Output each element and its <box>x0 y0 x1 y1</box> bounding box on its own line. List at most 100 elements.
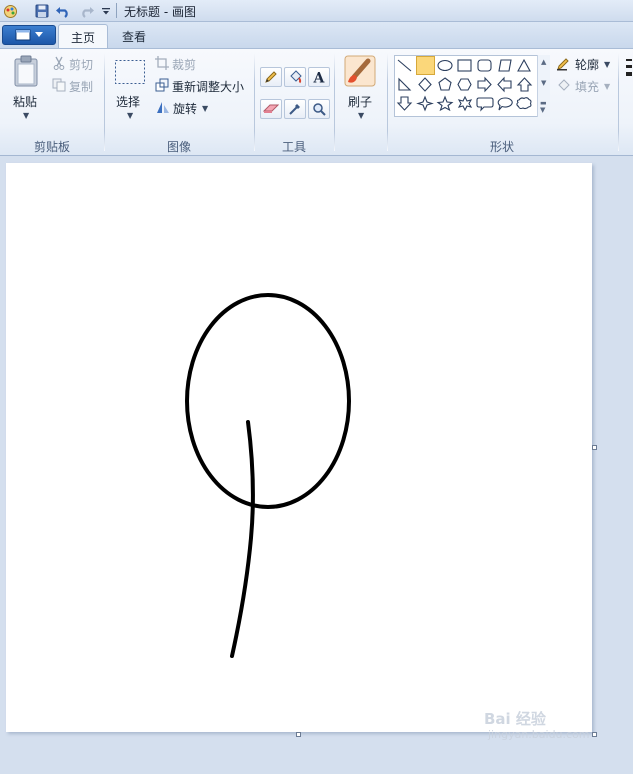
fill-chevron-down-icon[interactable]: ▼ <box>604 82 610 91</box>
image-group-label: 图像 <box>166 140 191 154</box>
paste-icon[interactable] <box>12 55 40 87</box>
window-title: 无标题 - 画图 <box>124 5 196 19</box>
drawn-curve <box>230 420 255 658</box>
five-point-star-shape-icon <box>436 95 454 112</box>
fill-button[interactable]: 填充 <box>575 78 599 95</box>
size-icon[interactable] <box>624 57 632 81</box>
left-arrow-shape-icon <box>497 76 512 93</box>
right-triangle-shape-icon <box>398 77 412 91</box>
magnifier-icon <box>313 103 326 116</box>
shapes-gallery <box>394 55 550 117</box>
scroll-up-icon[interactable]: ▲ <box>541 58 546 66</box>
select-chevron-down-icon[interactable]: ▼ <box>127 111 133 120</box>
tab-view[interactable]: 查看 <box>110 24 158 48</box>
pentagon-shape-icon <box>438 77 452 91</box>
tools-group-label: 工具 <box>281 140 306 154</box>
resize-handle-right[interactable] <box>592 445 597 450</box>
down-arrow-shape-icon <box>396 96 413 111</box>
right-arrow-shape-icon <box>477 76 492 93</box>
select-rectangle-icon[interactable] <box>114 59 146 85</box>
outline-pencil-icon <box>556 57 572 71</box>
rectangle-shape-icon <box>457 59 472 72</box>
copy-button[interactable]: 复制 <box>69 78 93 95</box>
brushes-label[interactable]: 刷子 <box>348 93 372 110</box>
resize-handle-bottom[interactable] <box>296 732 301 737</box>
shapes-group-label: 形状 <box>489 140 514 154</box>
menu-icon <box>15 29 31 41</box>
rotate-chevron-down-icon[interactable]: ▼ <box>202 104 208 113</box>
group-divider <box>618 53 619 151</box>
eyedropper-icon <box>289 104 300 115</box>
tab-home[interactable]: 主页 <box>58 24 109 49</box>
six-point-star-shape-icon <box>457 95 473 112</box>
fill-bucket-icon <box>556 79 572 93</box>
group-divider <box>334 53 335 151</box>
drawing-canvas[interactable] <box>6 163 592 732</box>
paint-app-icon[interactable] <box>2 3 18 19</box>
title-bar: 无标题 - 画图 <box>0 0 633 22</box>
brush-icon[interactable] <box>344 55 376 87</box>
paste-chevron-down-icon[interactable]: ▼ <box>23 111 29 120</box>
clipboard-group-label: 剪贴板 <box>33 140 70 154</box>
copy-icon <box>52 78 66 92</box>
drawn-oval <box>185 293 351 509</box>
triangle-shape-icon <box>517 58 531 72</box>
scissors-icon <box>52 56 66 70</box>
ribbon-tab-row: 主页 查看 <box>0 22 633 49</box>
select-label[interactable]: 选择 <box>116 93 140 110</box>
cloud-callout-shape-icon <box>516 97 532 110</box>
save-icon[interactable] <box>34 3 50 19</box>
resize-button[interactable]: 重新调整大小 <box>172 78 244 95</box>
chevron-down-icon <box>35 32 43 37</box>
text-a-icon: A <box>313 71 326 85</box>
workspace <box>0 156 633 774</box>
shape-curve-selected[interactable] <box>416 56 435 75</box>
line-shape-icon <box>397 59 412 72</box>
crop-icon <box>155 56 169 70</box>
ribbon: 粘贴 ▼ 剪切 复制 剪贴板 选择 ▼ 裁剪 重新调整大小 旋转 ▼ 图像 A <box>0 48 633 156</box>
group-divider <box>104 53 105 151</box>
brushes-chevron-down-icon[interactable]: ▼ <box>358 111 364 120</box>
rotate-button[interactable]: 旋转 <box>173 100 197 117</box>
expand-gallery-icon[interactable]: ▬ ▼ <box>540 100 547 114</box>
paint-menu-button[interactable] <box>2 25 56 45</box>
group-divider <box>387 53 388 151</box>
resize-handle-corner[interactable] <box>592 732 597 737</box>
pencil-tool[interactable] <box>260 67 282 87</box>
scroll-down-icon[interactable]: ▼ <box>541 79 546 87</box>
magnifier-tool[interactable] <box>308 99 330 119</box>
paint-bucket-icon <box>290 70 302 84</box>
group-divider <box>254 53 255 151</box>
hexagon-shape-icon <box>457 78 472 91</box>
rotate-icon <box>155 100 171 114</box>
outline-button[interactable]: 轮廓 <box>575 56 599 73</box>
svg-text:A: A <box>313 71 326 85</box>
customize-toolbar-chevron-icon[interactable] <box>98 3 114 19</box>
pencil-icon <box>265 71 277 83</box>
up-arrow-shape-icon <box>516 77 533 92</box>
eraser-icon <box>263 104 279 113</box>
watermark-url: jingyan.baidu.com <box>488 728 590 741</box>
four-point-star-shape-icon <box>416 95 434 112</box>
rounded-rectangle-shape-icon <box>477 59 492 72</box>
resize-icon <box>155 78 169 92</box>
undo-icon[interactable] <box>55 3 71 19</box>
redo-icon[interactable] <box>79 3 95 19</box>
crop-button[interactable]: 裁剪 <box>172 56 196 73</box>
drawing-strokes <box>185 293 351 658</box>
oval-callout-shape-icon <box>497 97 513 111</box>
polygon-shape-icon <box>498 59 512 72</box>
title-separator <box>116 3 117 18</box>
rounded-callout-shape-icon <box>476 97 494 112</box>
color-picker-tool[interactable] <box>284 99 306 119</box>
shapes-gallery-scrollbar[interactable]: ▲ ▼ ▬ ▼ <box>537 55 550 117</box>
fill-tool[interactable] <box>284 67 306 87</box>
text-tool[interactable]: A <box>308 67 330 87</box>
diamond-shape-icon <box>418 77 432 92</box>
oval-shape-icon <box>437 59 453 72</box>
paste-label[interactable]: 粘贴 <box>13 93 37 110</box>
outline-chevron-down-icon[interactable]: ▼ <box>604 60 610 69</box>
cut-button[interactable]: 剪切 <box>69 56 93 73</box>
eraser-tool[interactable] <box>260 99 282 119</box>
watermark-logo: Bai 经验 <box>484 710 546 728</box>
